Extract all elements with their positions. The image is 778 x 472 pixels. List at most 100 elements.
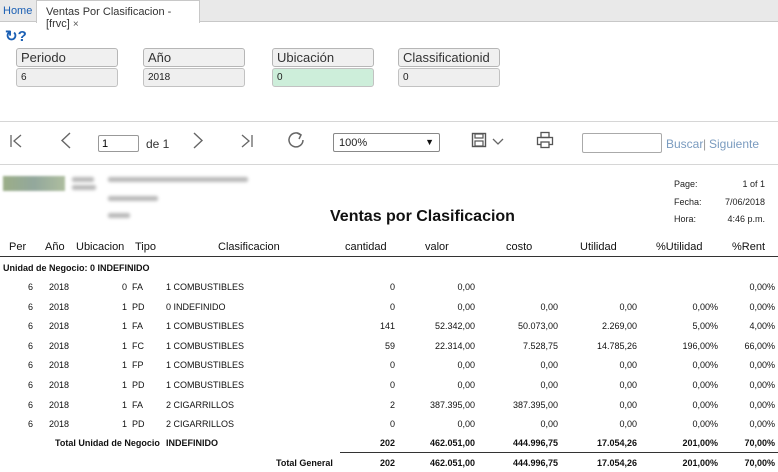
- cell-costo: 50.073,00: [517, 321, 558, 332]
- cell-rent: 0,00%: [749, 301, 775, 312]
- subtotal-label: Total Unidad de Negocio: [55, 438, 160, 448]
- cell-ubicacion: 1: [121, 419, 127, 430]
- cell-costo: 0,00: [540, 419, 558, 430]
- cell-costo: 0,00: [540, 301, 558, 312]
- subtotal-cantidad: 202: [379, 438, 395, 448]
- cell-putilidad: 5,00%: [692, 321, 718, 332]
- subtotal-costo: 444.996,75: [512, 438, 558, 448]
- cell-anio: 2018: [49, 340, 70, 351]
- cell-clasificacion: 1 COMBUSTIBLES: [166, 360, 245, 371]
- cell-valor: 0,00: [457, 301, 475, 312]
- cell-putilidad: 0,00%: [692, 360, 718, 371]
- next-match-link[interactable]: Siguiente: [709, 137, 759, 151]
- close-icon[interactable]: ×: [73, 19, 79, 30]
- first-page-icon[interactable]: [9, 133, 23, 149]
- column-header-anio: Año: [45, 241, 65, 253]
- print-icon[interactable]: [536, 131, 554, 149]
- subtotal-utilidad: 17.054,26: [596, 438, 637, 448]
- cell-cantidad: 141: [379, 321, 395, 332]
- cell-anio: 2018: [49, 399, 70, 410]
- cell-clasificacion: 1 COMBUSTIBLES: [166, 380, 245, 390]
- cell-cantidad: 0: [389, 380, 395, 390]
- param-input-ubicacion[interactable]: 0: [272, 68, 374, 87]
- column-header-ubicacion: Ubicacion: [76, 241, 125, 253]
- report-title: Ventas por Clasificacion: [330, 208, 515, 225]
- export-dropdown-icon[interactable]: [492, 138, 504, 146]
- tab-ventas-por-clasificacion[interactable]: Ventas Por Clasificacion -[frvc] ×: [36, 0, 200, 30]
- search-input[interactable]: [582, 133, 662, 153]
- cell-anio: 2018: [49, 360, 70, 371]
- refresh-help-icon[interactable]: ↻?: [5, 27, 27, 45]
- date-label: Fecha:: [674, 197, 702, 207]
- cell-per: 6: [28, 360, 34, 371]
- cell-anio: 2018: [49, 380, 70, 390]
- save-icon[interactable]: [471, 132, 487, 148]
- cell-tipo: FC: [132, 340, 144, 351]
- zoom-select[interactable]: 100% ▼: [333, 133, 440, 152]
- cell-valor: 52.342,00: [434, 321, 475, 332]
- search-link[interactable]: Buscar: [666, 137, 703, 151]
- cell-clasificacion: 2 CIGARRILLOS: [166, 419, 235, 430]
- refresh-icon[interactable]: [286, 130, 306, 150]
- param-input-periodo[interactable]: 6: [16, 68, 118, 87]
- cell-costo: 387.395,00: [512, 399, 558, 410]
- cell-clasificacion: 1 COMBUSTIBLES: [166, 321, 245, 332]
- cell-anio: 2018: [49, 301, 70, 312]
- cell-per: 6: [28, 301, 34, 312]
- group-header: Unidad de Negocio: 0 INDEFINIDO: [3, 263, 150, 273]
- cell-rent: 0,00%: [749, 380, 775, 390]
- cell-ubicacion: 1: [121, 340, 127, 351]
- cell-utilidad: 0,00: [619, 380, 637, 390]
- cell-tipo: PD: [132, 380, 145, 390]
- param-input-classificationid[interactable]: 0: [398, 68, 500, 87]
- column-header-clasificacion: Clasificacion: [218, 241, 280, 253]
- page-count-label: de 1: [146, 137, 170, 151]
- page-label: Page:: [674, 179, 698, 189]
- last-page-icon[interactable]: [240, 133, 254, 149]
- param-label-periodo: Periodo: [16, 48, 118, 67]
- company-logo: [3, 176, 65, 191]
- next-page-icon[interactable]: [192, 131, 204, 150]
- cell-putilidad: 0,00%: [692, 399, 718, 410]
- cell-ubicacion: 0: [121, 282, 127, 292]
- total-utilidad: 17.054,26: [596, 458, 637, 468]
- cell-utilidad: 0,00: [619, 360, 637, 371]
- toolbar-divider: [0, 164, 778, 165]
- cell-ubicacion: 1: [121, 301, 127, 312]
- zoom-value: 100%: [339, 137, 368, 149]
- company-address-blurred: [108, 196, 158, 201]
- cell-per: 6: [28, 340, 34, 351]
- column-header-tipo: Tipo: [135, 241, 156, 253]
- page-value: 1 of 1: [742, 179, 765, 189]
- cell-ubicacion: 1: [121, 399, 127, 410]
- cell-utilidad: 0,00: [619, 399, 637, 410]
- cell-anio: 2018: [49, 419, 70, 430]
- previous-page-icon[interactable]: [60, 131, 72, 150]
- tab-home[interactable]: Home: [0, 0, 34, 22]
- cell-ubicacion: 1: [121, 360, 127, 371]
- cell-tipo: FA: [132, 399, 144, 410]
- company-city-blurred: [108, 213, 130, 218]
- company-info-blurred: [72, 185, 96, 190]
- total-valor: 462.051,00: [429, 458, 475, 468]
- column-header-cantidad: cantidad: [345, 241, 387, 253]
- cell-cantidad: 0: [389, 419, 395, 430]
- company-info-blurred: [72, 177, 94, 182]
- page-number-input[interactable]: [98, 135, 139, 152]
- cell-valor: 0,00: [457, 380, 475, 390]
- cell-clasificacion: 2 CIGARRILLOS: [166, 399, 235, 410]
- cell-rent: 0,00%: [749, 399, 775, 410]
- cell-utilidad: 0,00: [619, 301, 637, 312]
- cell-utilidad: 0,00: [619, 419, 637, 430]
- cell-putilidad: 0,00%: [692, 380, 718, 390]
- cell-utilidad: 2.269,00: [601, 321, 637, 332]
- param-input-anio[interactable]: 2018: [143, 68, 245, 87]
- cell-cantidad: 59: [384, 340, 395, 351]
- cell-costo: 0,00: [540, 380, 558, 390]
- total-divider: [340, 452, 778, 453]
- cell-per: 6: [28, 321, 34, 332]
- total-putilidad: 201,00%: [682, 458, 718, 468]
- param-label-classificationid: Classificationid: [398, 48, 500, 67]
- cell-costo: 0,00: [540, 360, 558, 371]
- cell-valor: 387.395,00: [429, 399, 475, 410]
